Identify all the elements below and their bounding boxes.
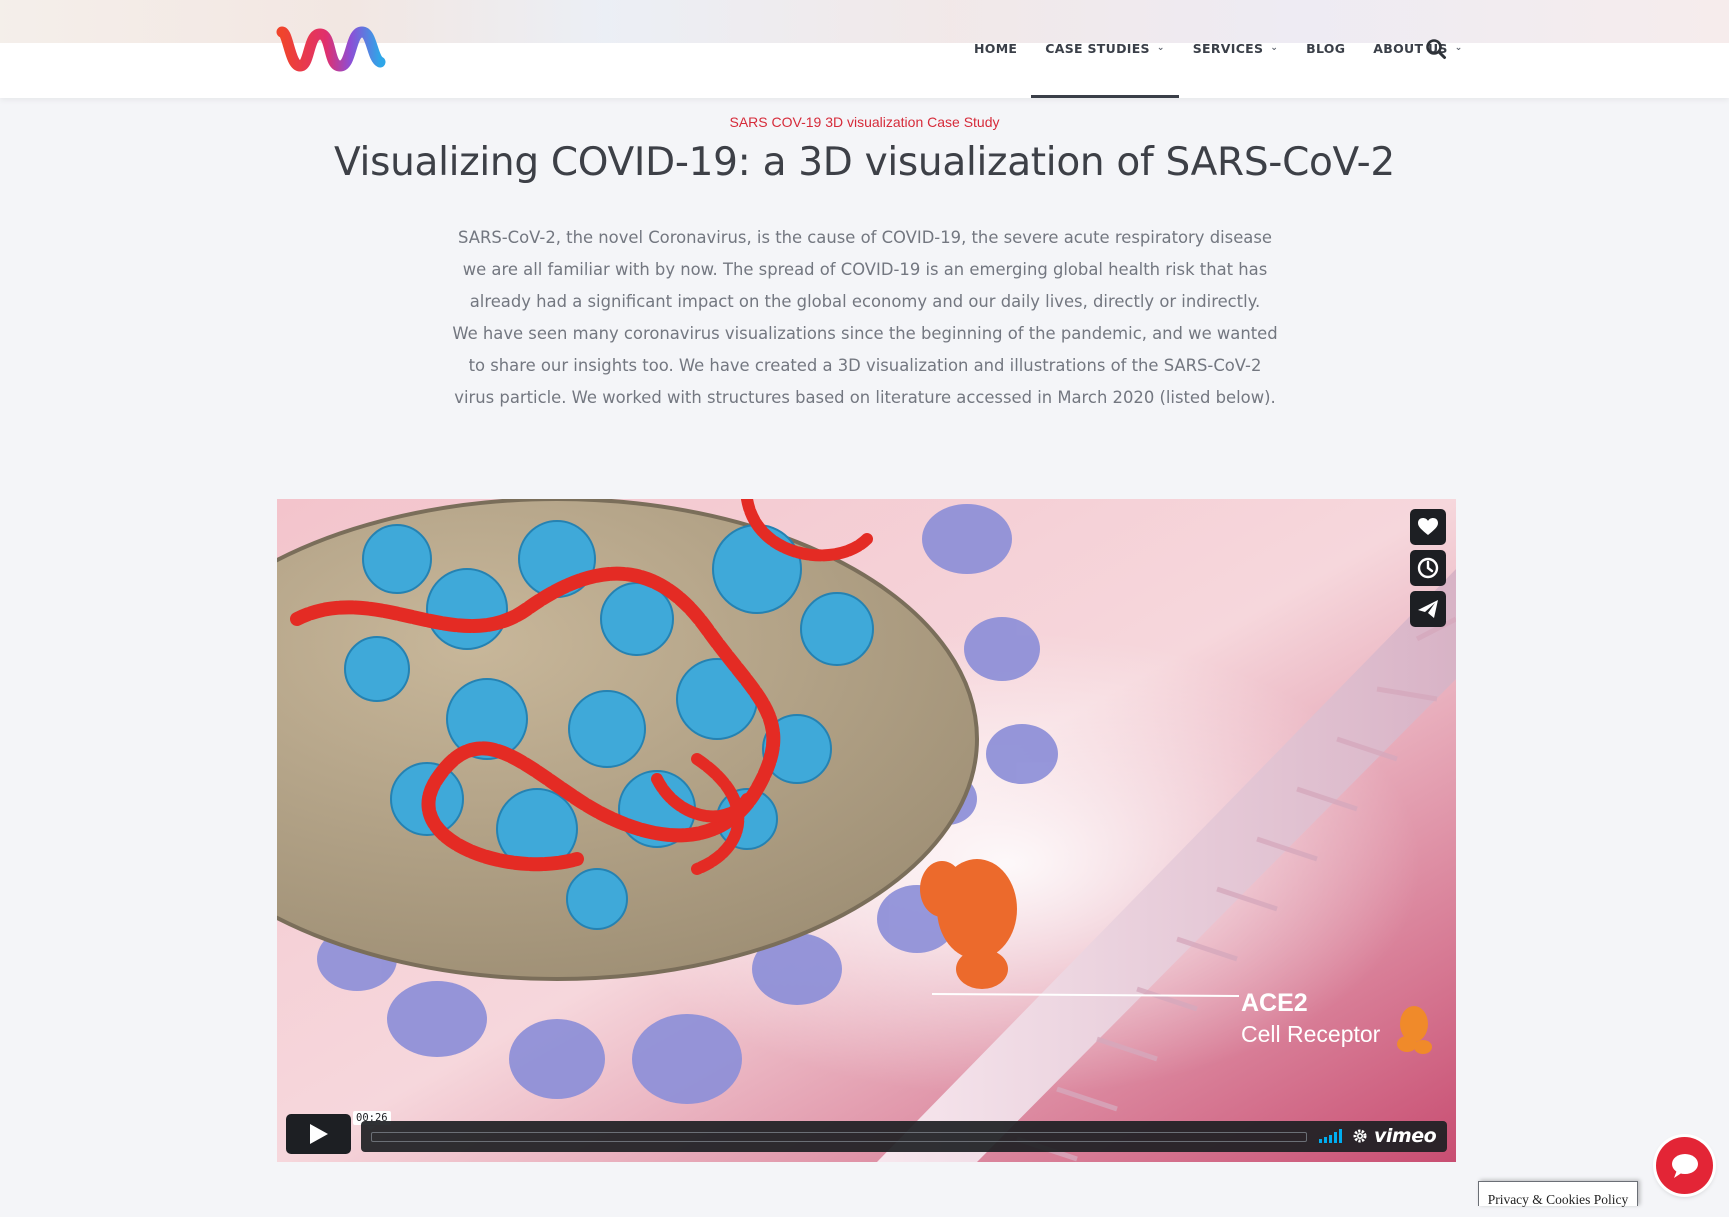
nav-services-label: SERVICES — [1192, 40, 1264, 56]
chat-button[interactable] — [1656, 1137, 1713, 1194]
intro-paragraph-1: SARS-CoV-2, the novel Coronavirus, is th… — [458, 228, 1272, 311]
chevron-down-icon: ⌄ — [1156, 43, 1165, 53]
ace2-title: ACE2 — [1241, 989, 1308, 1017]
search-icon[interactable] — [1425, 38, 1447, 60]
nav-home[interactable]: HOME — [960, 30, 1031, 66]
gear-icon[interactable] — [1352, 1128, 1368, 1144]
play-icon — [309, 1124, 328, 1144]
like-button[interactable] — [1410, 509, 1446, 545]
main-nav: HOME CASE STUDIES ⌄ SERVICES ⌄ BLOG ABOU… — [960, 30, 1477, 98]
page-title: Visualizing COVID-19: a 3D visualization… — [334, 140, 1395, 185]
nav-blog[interactable]: BLOG — [1292, 30, 1359, 66]
nav-home-label: HOME — [974, 40, 1018, 56]
heart-icon — [1418, 518, 1438, 535]
paper-plane-icon — [1418, 600, 1438, 618]
share-button[interactable] — [1410, 591, 1446, 627]
volume-icon[interactable] — [1319, 1129, 1343, 1143]
progress-bar[interactable] — [371, 1132, 1307, 1142]
site-header: HOME CASE STUDIES ⌄ SERVICES ⌄ BLOG ABOU… — [0, 0, 1729, 98]
chevron-down-icon: ⌄ — [1270, 43, 1279, 53]
intro-paragraph-2: We have seen many coronavirus visualizat… — [452, 324, 1278, 407]
nav-blog-label: BLOG — [1306, 40, 1346, 56]
nav-services[interactable]: SERVICES ⌄ — [1179, 30, 1292, 66]
play-button[interactable] — [286, 1114, 351, 1154]
nav-about-us[interactable]: ABOUT US ⌄ — [1359, 30, 1476, 66]
clock-icon — [1417, 557, 1439, 579]
case-study-category[interactable]: SARS COV-19 3D visualization Case Study — [0, 114, 1729, 130]
nav-case-studies-label: CASE STUDIES — [1045, 40, 1150, 56]
chevron-down-icon: ⌄ — [1454, 43, 1463, 53]
cookie-policy-button[interactable]: Privacy & Cookies Policy — [1478, 1181, 1638, 1207]
ace2-overlay-label: ACE2 Cell Receptor — [1241, 989, 1380, 1048]
video-player[interactable]: ACE2 Cell Receptor 00:26 vimeo — [277, 499, 1456, 1162]
vimeo-logo[interactable]: vimeo — [1374, 1125, 1437, 1147]
chat-bubble-icon — [1671, 1153, 1698, 1178]
watch-later-button[interactable] — [1410, 550, 1446, 586]
nav-case-studies[interactable]: CASE STUDIES ⌄ — [1031, 30, 1180, 98]
wm-logo[interactable] — [276, 22, 386, 74]
ace2-subtitle: Cell Receptor — [1241, 1021, 1381, 1047]
video-controls: vimeo — [361, 1121, 1447, 1152]
video-frame-virus-ace2 — [277, 499, 1456, 1162]
intro-text: SARS-CoV-2, the novel Coronavirus, is th… — [450, 222, 1280, 414]
